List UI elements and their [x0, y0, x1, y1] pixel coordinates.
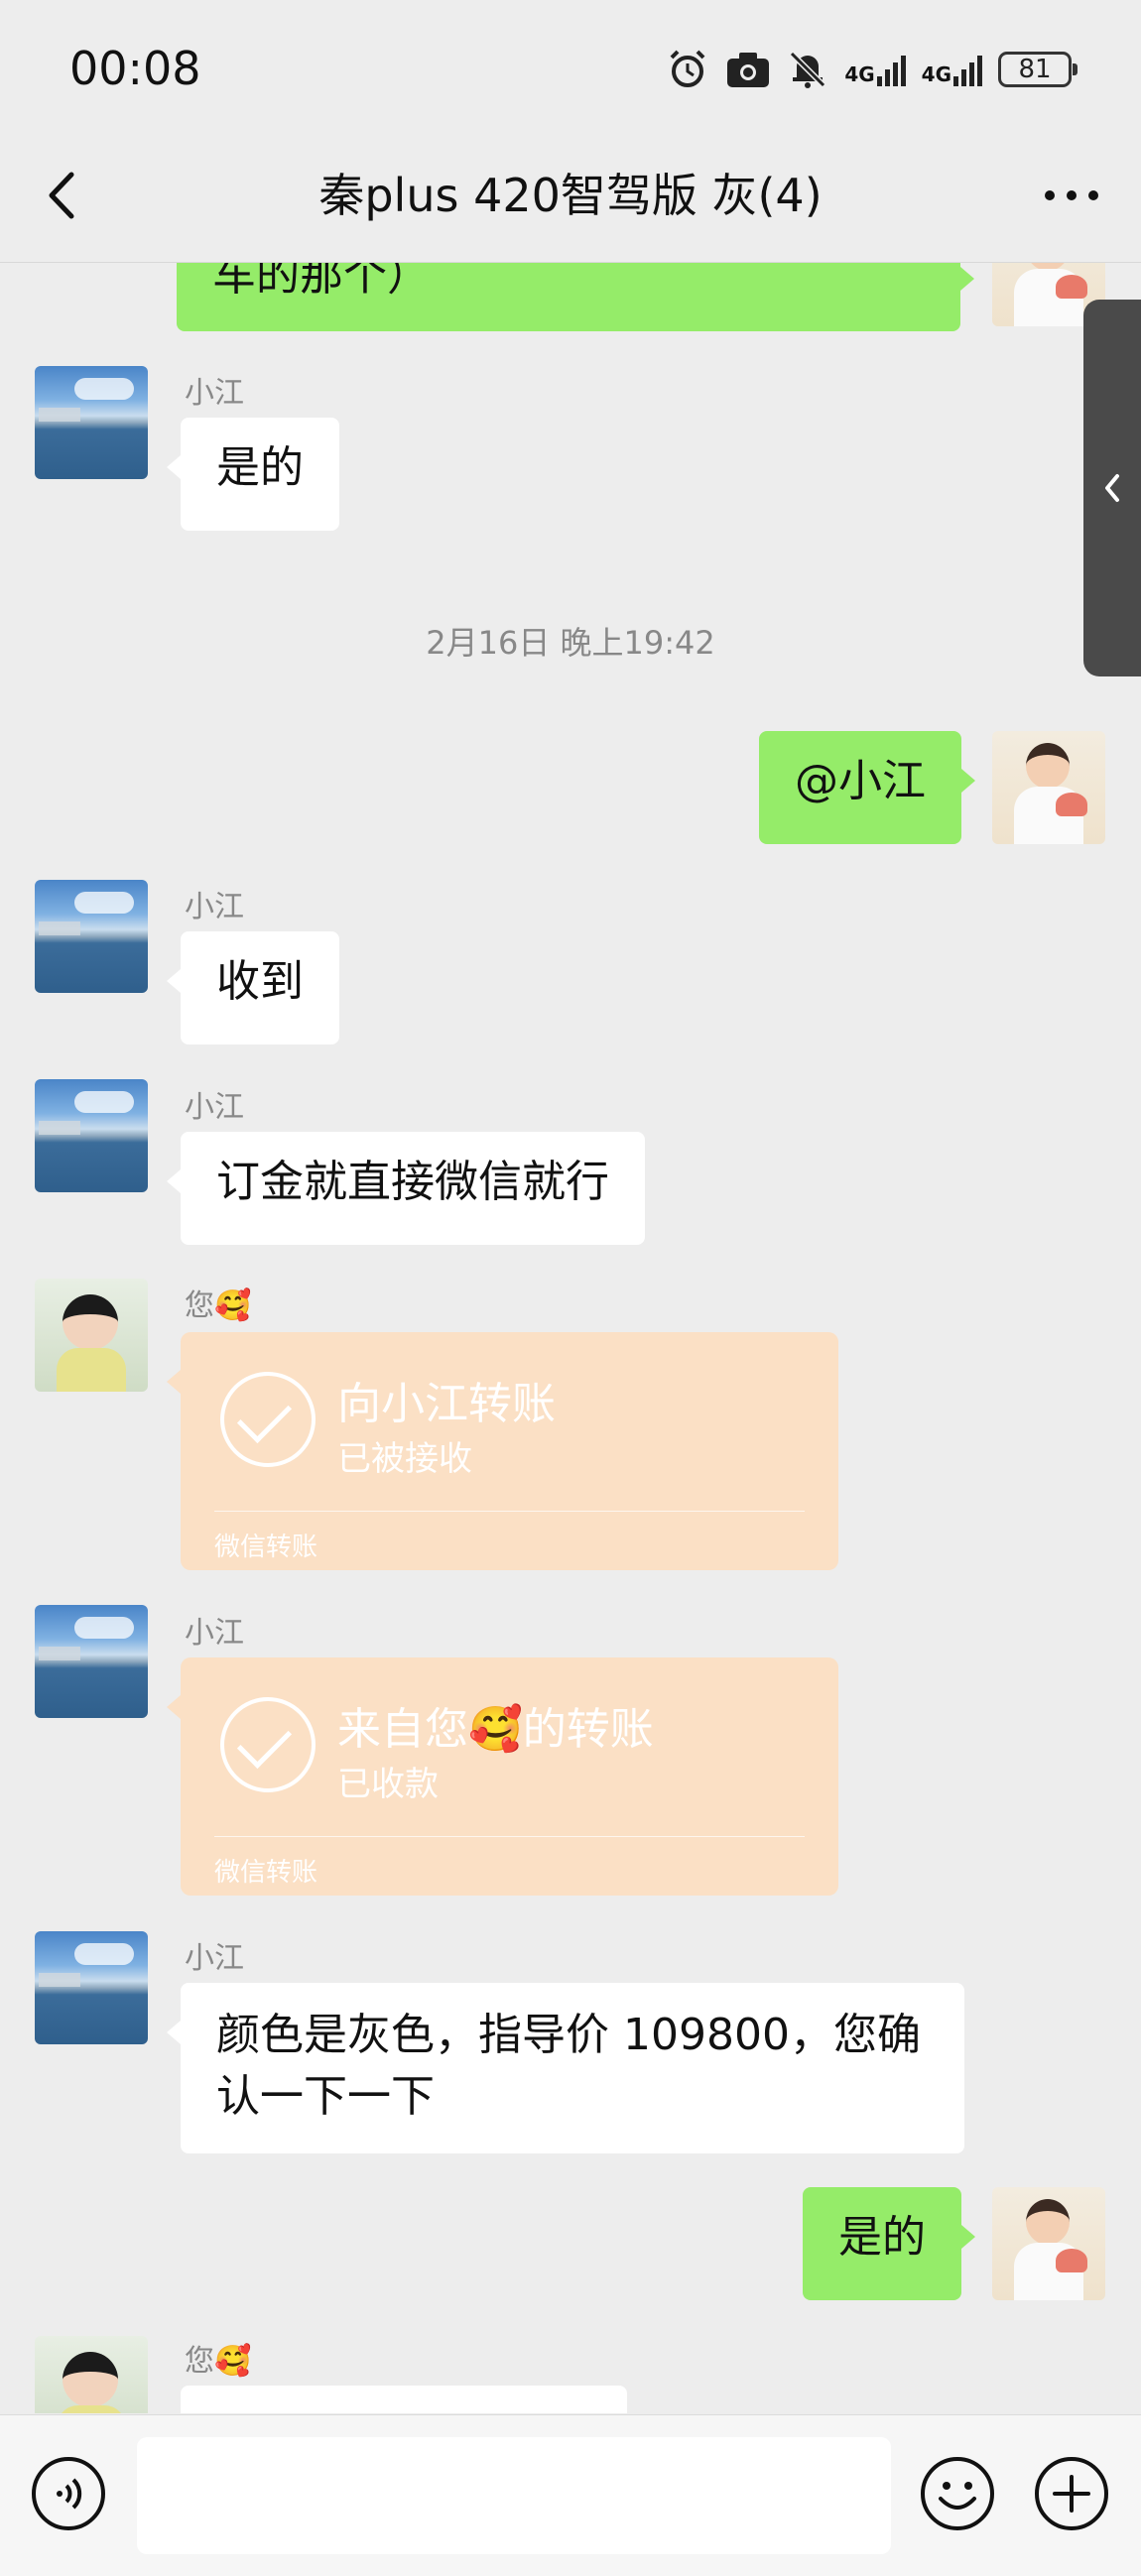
- message-timestamp: 2月16日 晚上19:42: [426, 624, 715, 662]
- avatar[interactable]: [35, 1279, 148, 1392]
- alarm-icon: [670, 50, 705, 87]
- message-text: 是的: [216, 442, 304, 493]
- chevron-left-icon: [1105, 474, 1119, 502]
- transfer-title: 来自您🥰的转账: [337, 1704, 654, 1755]
- plus-icon[interactable]: [1033, 2455, 1110, 2532]
- sender-name: 小江: [185, 1616, 244, 1651]
- message-bubble[interactable]: 是的: [167, 418, 339, 531]
- camera-icon: [727, 53, 770, 87]
- status-time: 00:08: [69, 42, 201, 95]
- signal-icon: 4G: [844, 53, 906, 86]
- avatar[interactable]: [35, 1931, 148, 2044]
- status-icons: 4G 4G 81: [666, 44, 1078, 95]
- divider: [214, 1511, 805, 1512]
- message-text: 是的: [838, 2212, 926, 2263]
- check-circle-icon: [220, 1372, 316, 1467]
- sender-name: 小江: [185, 1090, 244, 1125]
- status-bar: 00:08 4G 4G 81: [0, 0, 1141, 139]
- avatar[interactable]: [35, 880, 148, 993]
- signal-icon: 4G: [922, 53, 982, 86]
- chat-header: 秦plus 420智驾版 灰(4): [0, 139, 1141, 263]
- message-bubble[interactable]: @小江: [759, 731, 975, 844]
- emoji-icon[interactable]: [919, 2455, 996, 2532]
- avatar[interactable]: [35, 2336, 148, 2413]
- message-input[interactable]: [137, 2437, 891, 2554]
- ellipsis-icon[interactable]: [1032, 161, 1111, 230]
- sender-name: 小江: [185, 1941, 244, 1976]
- check-circle-icon: [220, 1697, 316, 1792]
- sender-name: 您🥰: [185, 1288, 252, 1323]
- message-text: 订金就直接微信就行: [216, 1157, 609, 1207]
- transfer-footer: 微信转账: [214, 1858, 318, 1888]
- message-bubble[interactable]: 是的: [803, 2187, 975, 2300]
- message-text: 收到: [216, 956, 304, 1007]
- message-bubble[interactable]: 收到: [167, 931, 339, 1044]
- input-bar: [0, 2414, 1141, 2576]
- avatar[interactable]: [992, 2187, 1105, 2300]
- side-drawer-handle[interactable]: [1083, 300, 1141, 676]
- battery-level: 81: [1018, 55, 1052, 84]
- transfer-status: 已收款: [337, 1765, 439, 1804]
- chat-title: 秦plus 420智驾版 灰(4): [318, 169, 823, 222]
- avatar[interactable]: [35, 366, 148, 479]
- message-text: @小江: [795, 756, 926, 806]
- sender-name: 您🥰: [185, 2344, 252, 2379]
- network-type-1: 4G: [844, 62, 875, 86]
- message-bubble[interactable]: 订金就直接微信就行: [167, 1132, 645, 1245]
- avatar[interactable]: [992, 731, 1105, 844]
- mute-icon: [790, 51, 826, 88]
- network-type-2: 4G: [921, 62, 951, 86]
- transfer-footer: 微信转账: [214, 1533, 318, 1562]
- message-bubble[interactable]: 颜色是灰色，指导价 109800，您确认一下一下: [167, 1983, 964, 2153]
- avatar[interactable]: [35, 1605, 148, 1718]
- sender-name: 小江: [185, 890, 244, 924]
- sender-name: 小江: [185, 376, 244, 411]
- message-text: 颜色是灰色，指导价 109800，您确认一下一下: [216, 2010, 921, 2122]
- message-text: 车的那个）: [212, 263, 431, 301]
- message-bubble[interactable]: 车的那个）: [177, 263, 974, 331]
- battery-icon: 81: [998, 52, 1078, 87]
- divider: [214, 1836, 805, 1837]
- voice-icon[interactable]: [30, 2455, 107, 2532]
- avatar[interactable]: [35, 1079, 148, 1192]
- message-list[interactable]: 车的那个） 小江 是的 2月16日 晚上19:42 @小江 小江 收到 小江 订…: [0, 263, 1141, 2413]
- transfer-title: 向小江转账: [337, 1379, 556, 1429]
- transfer-card[interactable]: 来自您🥰的转账 已收款 微信转账: [167, 1657, 838, 1896]
- chevron-left-icon[interactable]: [30, 161, 99, 230]
- message-bubble[interactable]: [181, 2386, 627, 2413]
- transfer-status: 已被接收: [337, 1439, 472, 1479]
- transfer-card[interactable]: 向小江转账 已被接收 微信转账: [167, 1332, 838, 1570]
